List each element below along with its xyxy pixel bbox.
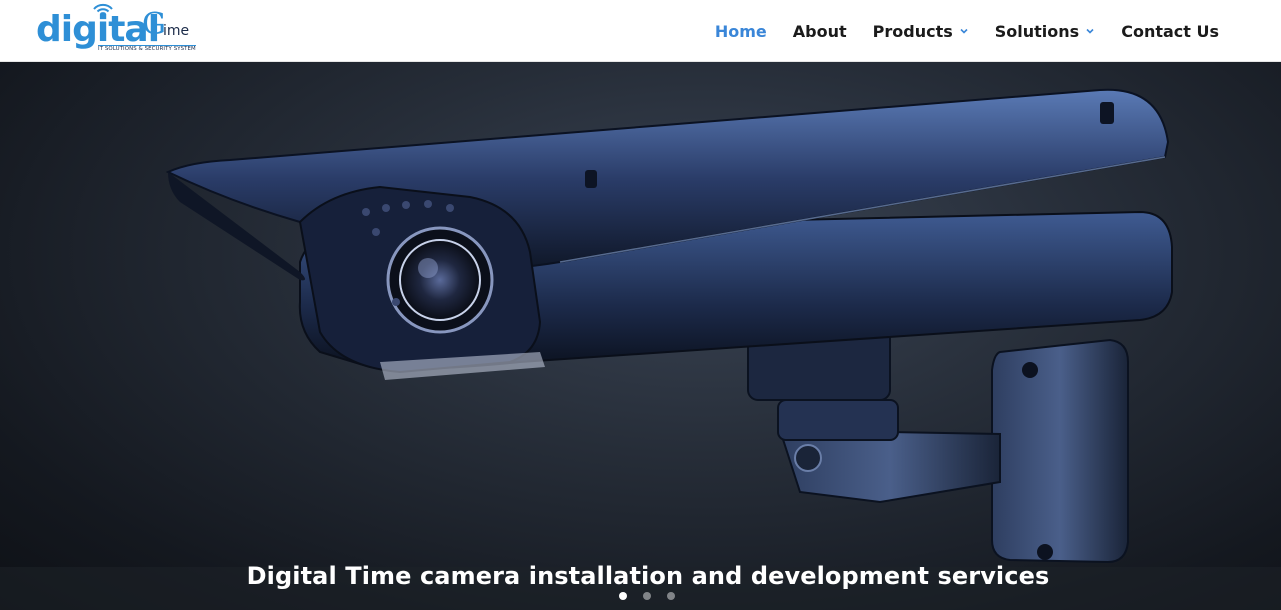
site-header: digital G ime IT SOLUTIONS & SECURITY SY…	[0, 0, 1281, 62]
hero-caption: Digital Time camera installation and dev…	[246, 562, 1050, 590]
slider-pagination	[619, 592, 691, 600]
slide-dot-2[interactable]	[643, 592, 651, 600]
nav-item-solutions[interactable]: Solutions	[995, 22, 1095, 41]
nav-label: Home	[714, 21, 767, 41]
nav-label: Contact Us	[1121, 21, 1219, 41]
chevron-down-icon	[1086, 28, 1094, 34]
nav-item-products[interactable]: Products	[873, 22, 969, 41]
nav-label: About	[792, 21, 847, 41]
main-nav: Home About Products Solutions Contact Us	[689, 0, 1219, 62]
nav-item-home[interactable]: Home	[715, 22, 767, 41]
slide-dot-3[interactable]	[667, 592, 675, 600]
logo-wordmark: digital	[36, 9, 160, 50]
nav-item-about[interactable]: About	[793, 22, 847, 41]
slide-dot-1[interactable]	[619, 592, 627, 600]
hero-slider: Digital Time camera installation and dev…	[0, 62, 1281, 610]
logo-time-text: ime	[163, 23, 190, 39]
nav-label: Solutions	[994, 21, 1080, 41]
security-camera-image	[165, 88, 1173, 564]
chevron-down-icon	[960, 28, 968, 34]
site-logo[interactable]: digital G ime IT SOLUTIONS & SECURITY SY…	[36, 0, 206, 60]
logo-tagline: IT SOLUTIONS & SECURITY SYSTEM	[98, 45, 196, 52]
nav-label: Products	[872, 21, 953, 41]
nav-item-contact-us[interactable]: Contact Us	[1121, 22, 1219, 41]
